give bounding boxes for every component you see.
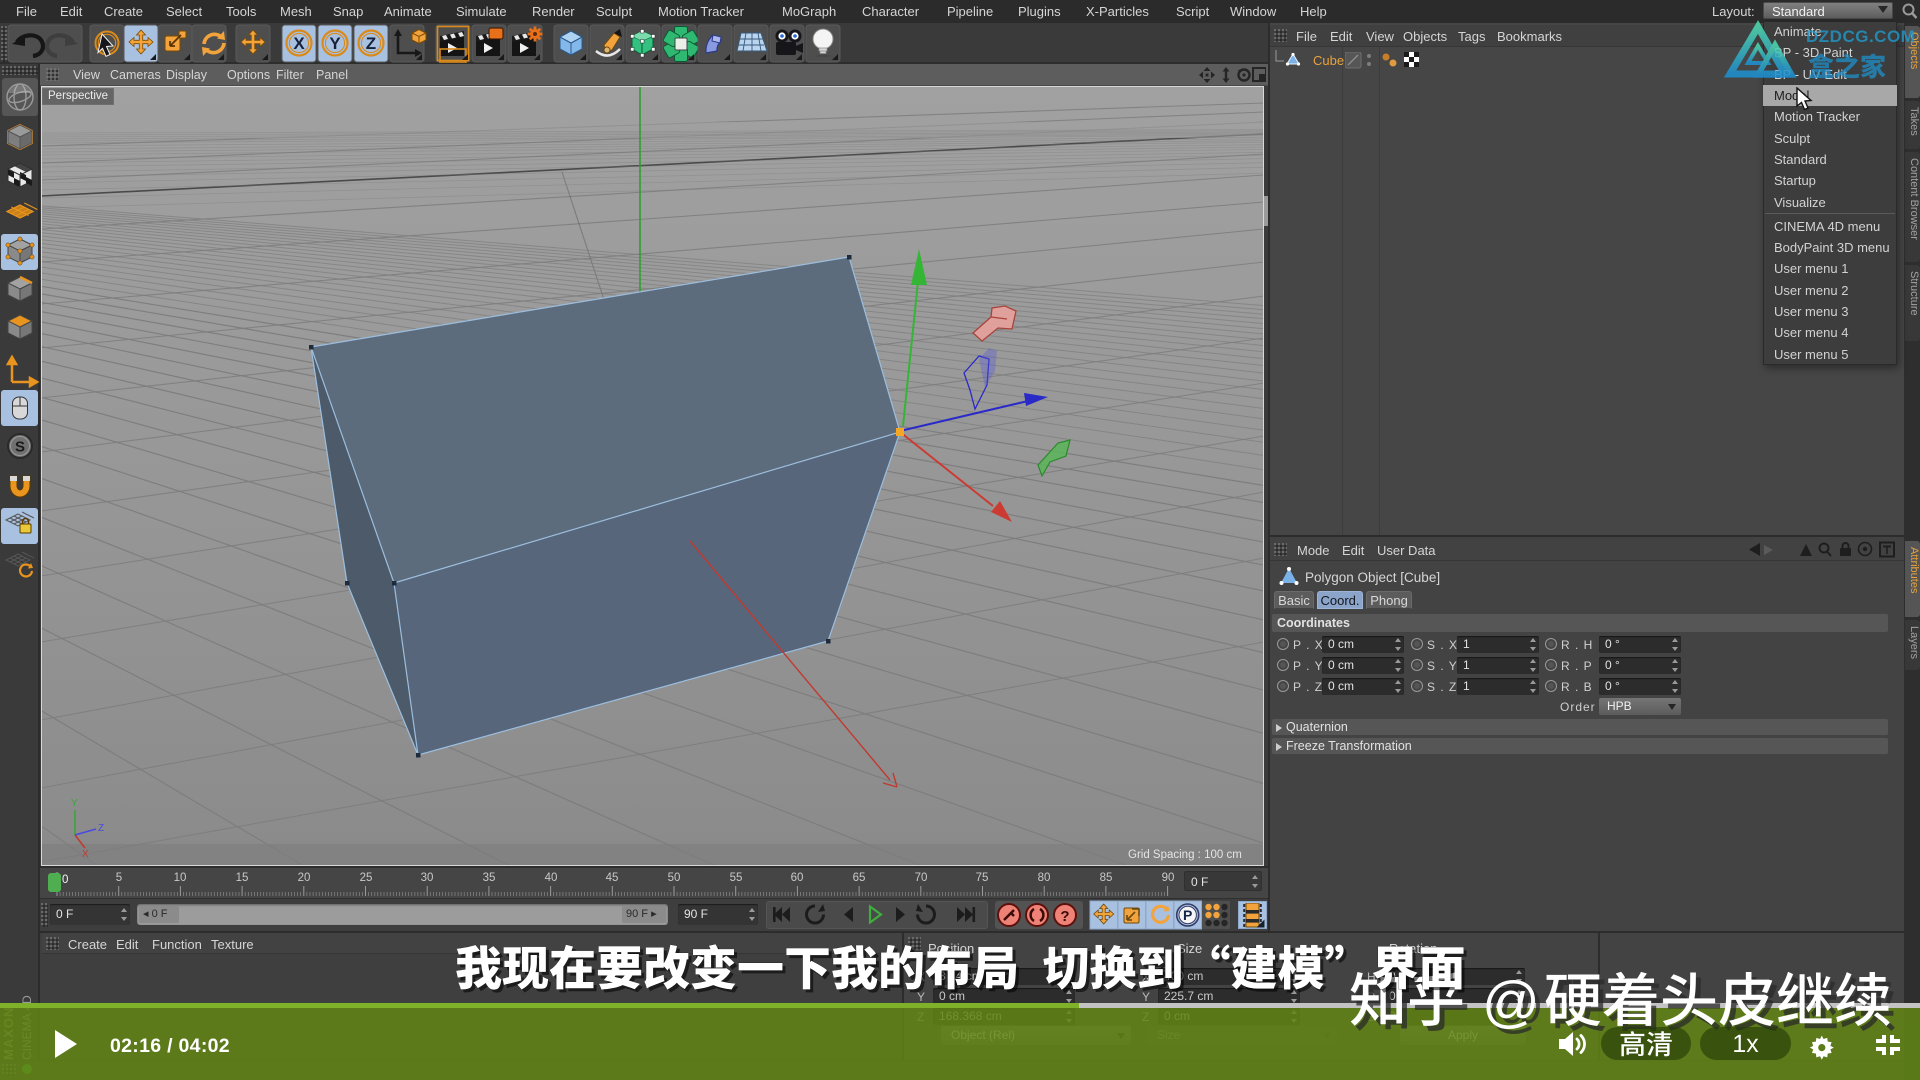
svg-text:Y: Y [329,34,341,53]
svg-text:P: P [1183,907,1192,923]
svg-text:DZDCG.COM: DZDCG.COM [1806,27,1915,46]
svg-text:Y: Y [71,798,78,809]
svg-text:Z: Z [366,34,376,53]
svg-text:S: S [15,439,25,456]
svg-text:X: X [82,849,89,860]
svg-text:X: X [293,34,305,53]
svg-text:Z: Z [98,823,104,834]
